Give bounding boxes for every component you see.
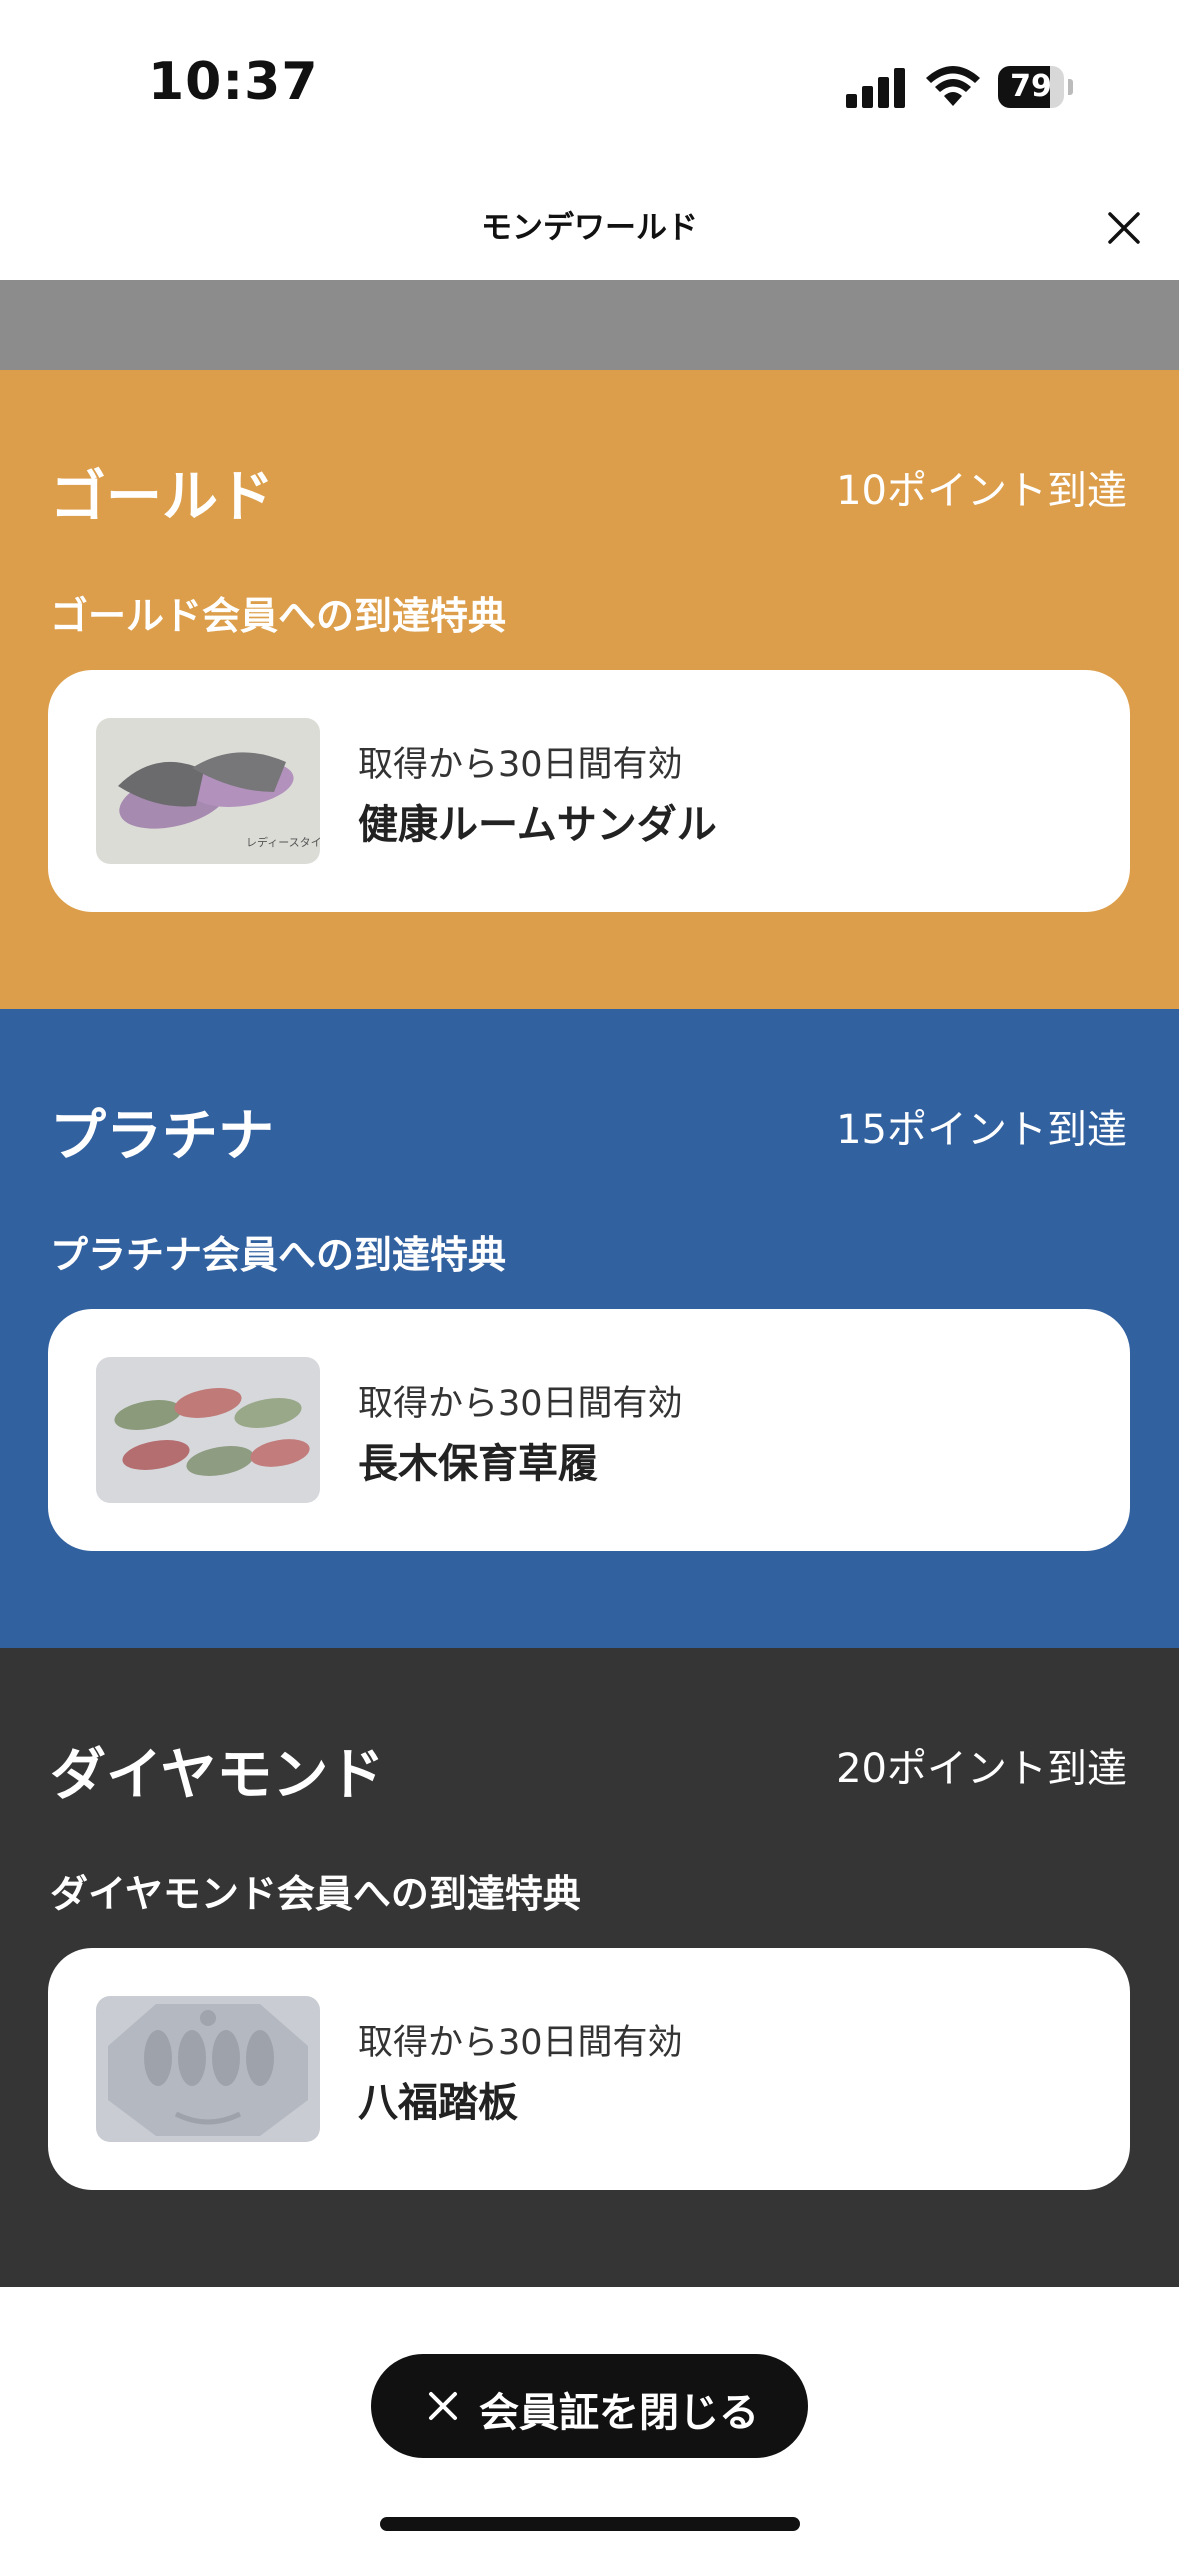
tier-benefit-heading: ゴールド会員への到達特典	[50, 594, 507, 638]
home-indicator[interactable]	[380, 2517, 800, 2531]
tier-gold: ゴールド 10ポイント到達 ゴールド会員への到達特典 レディースタイプ 取得から…	[0, 370, 1179, 1009]
tier-diamond: ダイヤモンド 20ポイント到達 ダイヤモンド会員への到達特典 取得から30日間有…	[0, 1648, 1179, 2287]
top-banner-placeholder	[0, 280, 1179, 370]
close-icon[interactable]	[1104, 208, 1144, 248]
status-time: 10:37	[148, 52, 319, 112]
image-caption: レディースタイプ	[246, 835, 320, 849]
foot-board-image	[96, 1996, 320, 2142]
wifi-icon	[926, 66, 980, 106]
reward-validity: 取得から30日間有効	[358, 745, 683, 785]
zori-image	[96, 1357, 320, 1503]
tier-name: ゴールド	[50, 465, 274, 530]
close-button-label: 会員証を閉じる	[479, 2390, 759, 2436]
close-icon	[429, 2392, 457, 2420]
tier-name: ダイヤモンド	[50, 1743, 385, 1808]
reward-card[interactable]: 取得から30日間有効 八福踏板	[48, 1948, 1130, 2190]
status-bar: 10:37 79	[0, 0, 1179, 170]
reward-validity: 取得から30日間有効	[358, 2023, 683, 2063]
battery-icon: 79	[998, 66, 1074, 108]
sandal-image: レディースタイプ	[96, 718, 320, 864]
reward-card[interactable]: レディースタイプ 取得から30日間有効 健康ルームサンダル	[48, 670, 1130, 912]
tier-points-required: 15ポイント到達	[836, 1107, 1127, 1153]
tier-name: プラチナ	[50, 1104, 274, 1169]
page-title: モンデワールド	[481, 210, 698, 246]
close-membership-card-button[interactable]: 会員証を閉じる	[371, 2354, 808, 2458]
reward-title: 八福踏板	[358, 2080, 518, 2126]
battery-level: 79	[1010, 69, 1052, 104]
reward-title: 長木保育草履	[358, 1441, 598, 1487]
reward-card[interactable]: 取得から30日間有効 長木保育草履	[48, 1309, 1130, 1551]
tier-platinum: プラチナ 15ポイント到達 プラチナ会員への到達特典 取得から30日間有効 長木…	[0, 1009, 1179, 1648]
tier-points-required: 20ポイント到達	[836, 1746, 1127, 1792]
cellular-signal-icon	[846, 66, 908, 108]
reward-validity: 取得から30日間有効	[358, 1384, 683, 1424]
tier-benefit-heading: ダイヤモンド会員への到達特典	[50, 1872, 581, 1916]
tier-benefit-heading: プラチナ会員への到達特典	[50, 1233, 507, 1277]
reward-title: 健康ルームサンダル	[358, 802, 717, 848]
tier-points-required: 10ポイント到達	[836, 468, 1127, 514]
